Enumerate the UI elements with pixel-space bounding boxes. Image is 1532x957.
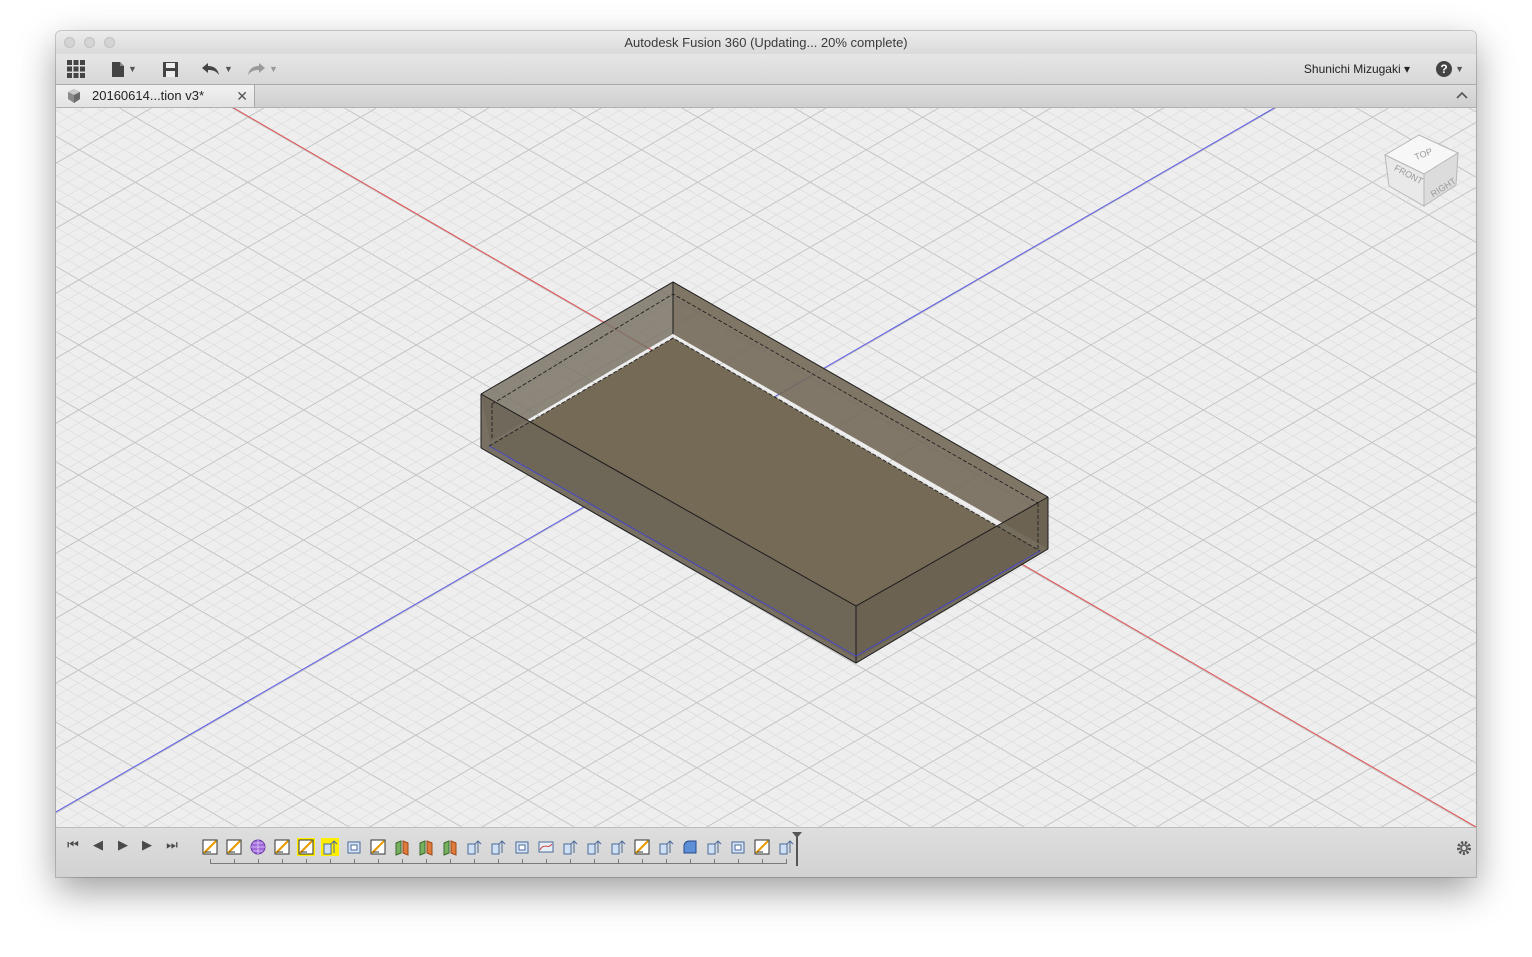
timeline-tick	[786, 859, 787, 864]
timeline-feature-fillet-icon[interactable]	[681, 838, 699, 856]
help-icon: ?	[1436, 61, 1453, 77]
viewcube[interactable]: TOP FRONT RIGHT	[1383, 134, 1460, 207]
timeline-marker[interactable]	[796, 836, 798, 866]
timeline-tick	[258, 859, 259, 864]
timeline-tick	[546, 859, 547, 864]
timeline-feature-extrude-icon[interactable]	[561, 838, 579, 856]
timeline-feature-extrude-icon[interactable]	[585, 838, 603, 856]
collapse-chevron-icon[interactable]	[1456, 90, 1468, 100]
chevron-down-icon: ▼	[224, 64, 233, 74]
timeline-tick	[426, 859, 427, 864]
timeline-last-button[interactable]: ⏭	[163, 837, 181, 853]
timeline-tick	[594, 859, 595, 864]
timeline-tick	[234, 859, 235, 864]
timeline-feature-mesh-icon[interactable]	[249, 838, 267, 856]
timeline-tick	[282, 859, 283, 864]
timeline-feature-sketch-icon[interactable]	[273, 838, 291, 856]
timeline-tick	[210, 859, 211, 864]
timeline-feature-split-icon[interactable]	[417, 838, 435, 856]
timeline-feature-extrude-icon[interactable]	[321, 838, 339, 856]
box-body	[480, 281, 1049, 664]
help-button[interactable]: ? ▼	[1436, 58, 1464, 80]
timeline-feature-split-icon[interactable]	[441, 838, 459, 856]
timeline-feature-extrude-icon[interactable]	[465, 838, 483, 856]
redo-icon	[248, 63, 265, 75]
undo-icon	[202, 63, 219, 75]
timeline-feature-extrude-icon[interactable]	[489, 838, 507, 856]
timeline-tick	[618, 859, 619, 864]
3d-canvas[interactable]: TOP FRONT RIGHT	[56, 108, 1476, 827]
chevron-down-icon: ▼	[269, 64, 278, 74]
close-tab-icon[interactable]: ✕	[236, 85, 248, 107]
file-menu-button[interactable]: ▼	[111, 58, 137, 80]
timeline-bar: ⏮ ◀ ▶ ▶ ⏭	[56, 827, 1476, 877]
timeline-tick	[474, 859, 475, 864]
timeline-feature-sketch-icon[interactable]	[369, 838, 387, 856]
user-menu[interactable]: Shunichi Mizugaki ▾	[1304, 54, 1410, 84]
timeline-tick	[498, 859, 499, 864]
timeline-tick	[450, 859, 451, 864]
design-document-icon	[68, 89, 80, 103]
save-icon	[163, 61, 178, 77]
timeline-feature-component-icon[interactable]	[345, 838, 363, 856]
title-bar: Autodesk Fusion 360 (Updating... 20% com…	[56, 31, 1476, 55]
timeline-tick	[306, 859, 307, 864]
settings-gear-icon[interactable]	[1456, 840, 1472, 856]
timeline-tick	[762, 859, 763, 864]
timeline-tick	[666, 859, 667, 864]
file-icon	[112, 61, 124, 77]
timeline-first-button[interactable]: ⏮	[64, 837, 82, 853]
minimize-window-button[interactable]	[84, 37, 95, 48]
timeline-tick	[378, 859, 379, 864]
timeline-tick	[690, 859, 691, 864]
document-tab-bar: 20160614...tion v3* ✕	[56, 85, 1476, 108]
timeline-feature-component-icon[interactable]	[729, 838, 747, 856]
timeline-tick	[354, 859, 355, 864]
data-panel-button[interactable]	[67, 58, 85, 80]
timeline-feature-extrude-icon[interactable]	[657, 838, 675, 856]
timeline-tick	[714, 859, 715, 864]
timeline-tick	[402, 859, 403, 864]
timeline-feature-component-icon[interactable]	[513, 838, 531, 856]
timeline-feature-sketch-icon[interactable]	[201, 838, 219, 856]
redo-button[interactable]: ▼	[246, 58, 278, 80]
chevron-down-icon: ▼	[1455, 64, 1464, 74]
timeline-feature-extrude-icon[interactable]	[777, 838, 795, 856]
timeline-feature-sketch-icon[interactable]	[633, 838, 651, 856]
timeline-feature-extrude-icon[interactable]	[705, 838, 723, 856]
timeline-feature-split-icon[interactable]	[393, 838, 411, 856]
timeline-tick	[738, 859, 739, 864]
timeline-tick	[330, 859, 331, 864]
3d-scene: TOP FRONT RIGHT	[56, 108, 1476, 827]
app-window: Autodesk Fusion 360 (Updating... 20% com…	[56, 31, 1476, 877]
timeline-play-button[interactable]: ▶	[138, 837, 156, 853]
timeline-feature-loft-icon[interactable]	[537, 838, 555, 856]
timeline-feature-sketch-icon[interactable]	[297, 838, 315, 856]
timeline-feature-sketch-icon[interactable]	[753, 838, 771, 856]
timeline-tick	[522, 859, 523, 864]
zoom-window-button[interactable]	[104, 37, 115, 48]
timeline-tick	[570, 859, 571, 864]
timeline-feature-extrude-icon[interactable]	[609, 838, 627, 856]
close-window-button[interactable]	[64, 37, 75, 48]
timeline-previous-button[interactable]: ◀	[89, 837, 107, 853]
timeline-feature-sketch-icon[interactable]	[225, 838, 243, 856]
document-tab-label: 20160614...tion v3*	[92, 88, 205, 103]
timeline-play-step-button[interactable]: ▶	[114, 837, 132, 853]
grid-icon	[67, 60, 85, 78]
timeline-tick	[642, 859, 643, 864]
undo-button[interactable]: ▼	[201, 58, 233, 80]
main-toolbar: ▼ ▼ ▼ Shunichi Mizugaki ▾ ? ▼	[56, 54, 1476, 85]
window-title: Autodesk Fusion 360 (Updating... 20% com…	[624, 35, 908, 50]
save-button[interactable]	[162, 58, 179, 80]
document-tab[interactable]: 20160614...tion v3* ✕	[56, 85, 255, 107]
chevron-down-icon: ▼	[128, 64, 137, 74]
